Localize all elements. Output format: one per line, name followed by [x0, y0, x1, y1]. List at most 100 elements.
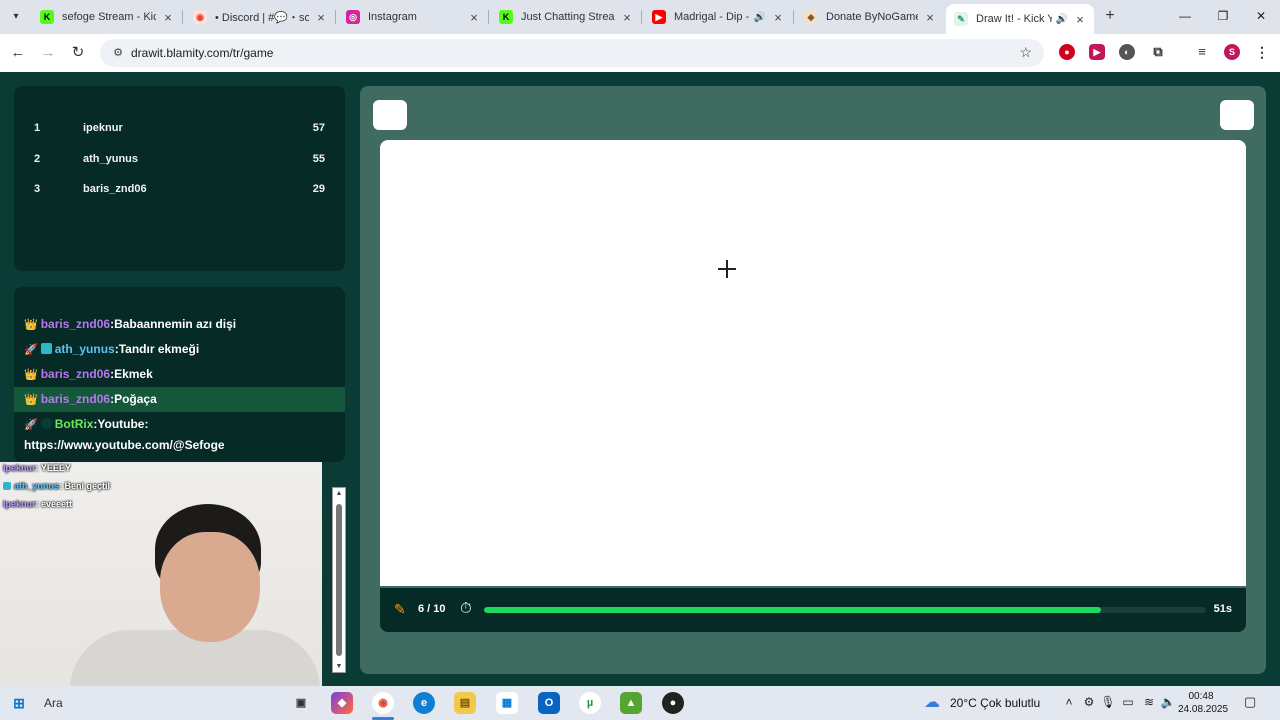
chat-message: 🚀 BotRix:Youtube: https://www.youtube.com… — [24, 417, 225, 452]
address-bar[interactable]: ⚙ drawit.blamity.com/tr/game ☆ — [100, 39, 1044, 67]
edge-icon[interactable]: e — [413, 692, 435, 714]
close-tab-icon[interactable]: × — [468, 10, 480, 25]
crown-icon: 👑 — [24, 369, 38, 381]
chat-username: baris_znd06 — [40, 392, 111, 406]
weather-cloud-icon[interactable]: ☁ — [924, 692, 940, 712]
tab-title: Just Chatting Streams — [521, 11, 615, 23]
reload-icon[interactable]: ↻ — [68, 43, 88, 63]
pencil-icon: ✎ — [394, 601, 406, 617]
chat-message: 🚀 ath_yunus:Tandır ekmeği — [14, 339, 345, 360]
tab-separator — [182, 10, 183, 24]
close-tab-icon[interactable]: × — [924, 10, 936, 25]
drawing-canvas[interactable] — [380, 140, 1246, 586]
extensions-puzzle-icon[interactable]: ⧉ — [1150, 44, 1166, 60]
new-tab-plus-icon[interactable]: + — [1101, 7, 1119, 25]
extension-gray-icon[interactable]: ◐ — [1119, 44, 1135, 60]
overlay-chat-text: : YEEEY — [35, 463, 71, 473]
media-queue-icon[interactable]: ≡ — [1194, 44, 1210, 60]
clock-date: 24.08.2025 — [1178, 704, 1229, 715]
tab-separator — [335, 10, 336, 24]
scroll-up-arrow-icon[interactable]: ▲ — [334, 490, 344, 497]
tray-overflow-chevron-icon[interactable]: ˄ — [1061, 695, 1077, 709]
copilot-icon[interactable]: ◆ — [331, 692, 353, 714]
microphone-icon[interactable]: 🎙 — [1100, 695, 1116, 709]
extension-media-icon[interactable]: ▶ — [1089, 44, 1105, 60]
time-progress-bar — [484, 607, 1206, 613]
overlay-chat-line: ath_yunus: Beni geçtil — [3, 481, 110, 491]
task-view-icon[interactable]: ▣ — [290, 692, 312, 714]
tab-title: Donate ByNoGame - — [826, 11, 918, 23]
tab-just-chatting[interactable]: K Just Chatting Streams × — [491, 4, 641, 30]
streamer-face — [160, 532, 260, 642]
close-window-icon[interactable]: ✕ — [1250, 6, 1272, 26]
close-tab-icon[interactable]: × — [162, 10, 174, 25]
wifi-icon[interactable]: ≋ — [1141, 695, 1157, 709]
overlay-chat-user: ipeknur — [3, 499, 36, 509]
utorrent-icon[interactable]: µ — [579, 692, 601, 714]
extension-red-icon[interactable]: ● — [1059, 44, 1075, 60]
bot-badge-icon — [40, 418, 52, 429]
speaker-icon[interactable]: 🔊 — [754, 12, 766, 23]
sub-badge-icon — [40, 343, 52, 354]
tab-sefoge-stream[interactable]: K sefoge Stream - Kick × — [32, 4, 182, 30]
chat-text: Babaannemin azı dişi — [114, 317, 237, 331]
youtube-icon: ▶ — [652, 10, 666, 24]
tab-title: sefoge Stream - Kick — [62, 11, 156, 23]
webcam-overlay: ipeknur: YEEEY ath_yunus: Beni geçtil ip… — [0, 462, 322, 706]
maximize-icon[interactable]: ❐ — [1212, 6, 1234, 26]
overlay-chat-text: : Beni geçtil — [59, 481, 111, 491]
sub-badge-icon — [3, 482, 11, 490]
scrollbar-thumb[interactable] — [336, 504, 342, 656]
battery-icon[interactable]: ▭ — [1120, 695, 1136, 709]
android-app-icon[interactable]: ▲ — [620, 692, 642, 714]
back-arrow-icon[interactable]: ← — [8, 43, 28, 63]
overlay-scrollbar[interactable]: ▲ ▼ — [332, 487, 346, 673]
outlook-icon[interactable]: O — [538, 692, 560, 714]
guess-chat: 👑 baris_znd06:Babaannemin azı dişi 🚀 ath_y… — [14, 287, 345, 462]
tab-donate[interactable]: ◆ Donate ByNoGame - × — [796, 4, 944, 30]
obs-icon[interactable]: ● — [662, 692, 684, 714]
url-text[interactable]: drawit.blamity.com/tr/game — [131, 46, 273, 60]
site-info-icon[interactable]: ⚙ — [110, 45, 126, 61]
player-score: 57 — [312, 122, 325, 134]
right-tool-button[interactable] — [1220, 100, 1254, 130]
close-tab-icon[interactable]: × — [772, 10, 784, 25]
system-clock[interactable]: 00:48 24.08.2025 — [1178, 690, 1229, 716]
tab-draw-it[interactable]: ✎ Draw It! - Kick Yayıncı 🔊 × — [946, 4, 1094, 34]
bookmark-star-icon[interactable]: ☆ — [1019, 44, 1032, 61]
weather-text[interactable]: 20°C Çok bulutlu — [950, 696, 1040, 710]
close-tab-icon[interactable]: × — [315, 10, 327, 25]
rocket-icon: 🚀 — [24, 344, 38, 356]
tab-separator — [793, 10, 794, 24]
speaker-icon[interactable]: 🔊 — [1056, 14, 1068, 25]
minimize-icon[interactable]: — — [1174, 6, 1196, 26]
close-tab-icon[interactable]: × — [1074, 12, 1086, 27]
scroll-down-arrow-icon[interactable]: ▼ — [334, 663, 344, 670]
tab-title: Instagram — [368, 11, 417, 23]
round-status-bar: ✎ 6 / 10 ⏱ 51s — [380, 588, 1246, 632]
tab-discord[interactable]: ◉ • Discord | #💬・sohbet × — [185, 4, 335, 30]
tab-search-chevron-icon[interactable]: ▾ — [6, 8, 26, 26]
left-tool-button[interactable] — [373, 100, 407, 130]
tab-instagram[interactable]: ◎ Instagram × — [338, 4, 488, 30]
tab-title: Draw It! - Kick Yayıncı — [976, 13, 1052, 25]
close-tab-icon[interactable]: × — [621, 10, 633, 25]
chat-link[interactable]: https://www.youtube.com/@Sefoge — [24, 438, 225, 452]
player-name: ipeknur — [83, 122, 123, 134]
tray-app-icon[interactable]: ⚙ — [1081, 695, 1097, 709]
notification-icon[interactable]: ▢ — [1244, 694, 1256, 710]
taskbar-search[interactable]: Ara — [44, 696, 63, 710]
profile-avatar-icon[interactable]: S — [1224, 44, 1240, 60]
tab-madrigal[interactable]: ▶ Madrigal - Dip - 🔊 × — [644, 4, 792, 30]
volume-icon[interactable]: 🔈 — [1160, 695, 1176, 709]
instagram-icon: ◎ — [346, 10, 360, 24]
file-explorer-icon[interactable]: ▤ — [454, 692, 476, 714]
microsoft-store-icon[interactable]: ▦ — [496, 692, 518, 714]
windows-start-icon[interactable]: ⊞ — [8, 692, 30, 714]
overlay-chat-user: ipeknur — [3, 463, 36, 473]
chrome-icon[interactable]: ◉ — [372, 692, 394, 714]
rank: 1 — [34, 122, 41, 134]
kebab-menu-icon[interactable]: ⋮ — [1254, 44, 1270, 60]
rank: 2 — [34, 153, 41, 165]
forward-arrow-icon[interactable]: → — [38, 43, 58, 63]
